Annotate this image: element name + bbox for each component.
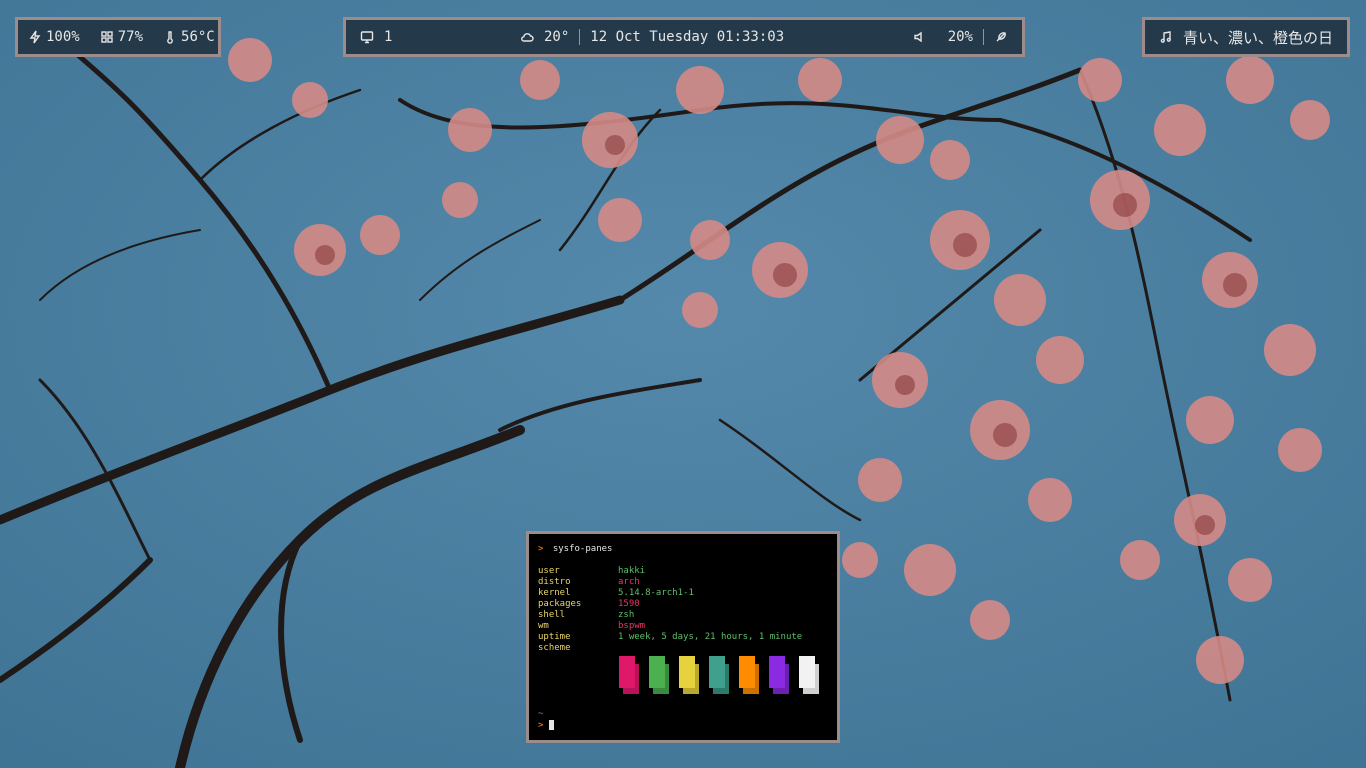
- cloud-icon: [520, 30, 534, 44]
- color-swatch-face: [799, 656, 815, 688]
- monitor-icon: [360, 30, 374, 44]
- temperature-indicator[interactable]: 56°C: [163, 29, 215, 45]
- weather-indicator[interactable]: 20°: [520, 29, 569, 45]
- lightning-icon: [28, 30, 42, 44]
- color-swatch-face: [619, 656, 635, 688]
- info-value: 1590: [618, 599, 640, 609]
- prompt-line[interactable]: >: [538, 720, 554, 731]
- info-value: arch: [618, 577, 640, 587]
- status-bar-left: 100% 77% 56°C: [15, 17, 221, 57]
- color-swatch: [679, 656, 699, 694]
- info-key: shell: [538, 610, 566, 620]
- terminal-title-line: > sysfo-panes: [538, 544, 612, 554]
- color-swatch-face: [649, 656, 665, 688]
- text-cursor: [548, 720, 554, 730]
- info-value: zsh: [618, 610, 635, 620]
- battery-indicator[interactable]: 100%: [28, 29, 80, 45]
- info-row-packages: packages 1590: [538, 599, 640, 609]
- song-title: 青い、濃い、橙色の日: [1182, 28, 1333, 47]
- info-row-distro: distro arch: [538, 577, 640, 587]
- info-key: distro: [538, 577, 571, 587]
- prompt-chevron: >: [538, 720, 544, 731]
- volume-value: 20%: [947, 29, 973, 45]
- color-swatch: [619, 656, 639, 694]
- info-value: hakki: [618, 566, 646, 576]
- color-swatch: [709, 656, 729, 694]
- color-swatch-face: [739, 656, 755, 688]
- info-row-user: user hakki: [538, 566, 645, 576]
- memory-indicator[interactable]: 77%: [100, 29, 143, 45]
- info-row-scheme: scheme: [538, 643, 618, 653]
- terminal-window[interactable]: > sysfo-panes user hakki distro arch ker…: [526, 531, 840, 743]
- battery-value: 100%: [46, 29, 80, 45]
- divider: [579, 29, 581, 45]
- status-bar-center: 1 20° 12 Oct Tuesday 01:33:03 20%: [343, 17, 1025, 57]
- speaker-icon: [912, 30, 926, 44]
- music-player[interactable]: 青い、濃い、橙色の日: [1159, 27, 1333, 48]
- color-swatch: [769, 656, 789, 694]
- info-key: user: [538, 566, 560, 576]
- info-row-wm: wm bspwm: [538, 621, 645, 631]
- memory-value: 77%: [117, 29, 144, 45]
- info-value: 1 week, 5 days, 21 hours, 1 minute: [618, 632, 803, 642]
- color-swatch: [799, 656, 819, 694]
- prompt-chevron: >: [538, 544, 544, 554]
- color-swatch: [649, 656, 669, 694]
- feather-icon[interactable]: [994, 30, 1008, 44]
- info-row-uptime: uptime 1 week, 5 days, 21 hours, 1 minut…: [538, 632, 802, 642]
- cwd-tilde: ~: [538, 709, 544, 719]
- color-swatch: [739, 656, 759, 694]
- temperature-value: 56°C: [181, 29, 215, 45]
- workspace-number: 1: [384, 29, 393, 45]
- divider: [983, 29, 984, 45]
- volume-indicator[interactable]: 20%: [912, 29, 973, 45]
- info-value: bspwm: [618, 621, 646, 631]
- music-note-icon: [1159, 30, 1173, 44]
- command-text: sysfo-panes: [552, 544, 613, 554]
- info-row-shell: shell zsh: [538, 610, 634, 620]
- weather-temp: 20°: [543, 29, 570, 45]
- color-swatch-face: [679, 656, 695, 688]
- color-swatch-face: [769, 656, 785, 688]
- info-key: scheme: [538, 643, 571, 653]
- info-row-kernel: kernel 5.14.8-arch1-1: [538, 588, 694, 598]
- info-key: wm: [538, 621, 549, 631]
- thermometer-icon: [163, 30, 177, 44]
- workspace-indicator[interactable]: 1: [360, 29, 392, 45]
- grid-icon: [100, 30, 114, 44]
- info-key: kernel: [538, 588, 571, 598]
- color-swatch-face: [709, 656, 725, 688]
- info-value: 5.14.8-arch1-1: [618, 588, 694, 598]
- clock-datetime[interactable]: 12 Oct Tuesday 01:33:03: [590, 29, 784, 45]
- info-key: uptime: [538, 632, 571, 642]
- info-key: packages: [538, 599, 582, 609]
- status-bar-right: 青い、濃い、橙色の日: [1142, 17, 1350, 57]
